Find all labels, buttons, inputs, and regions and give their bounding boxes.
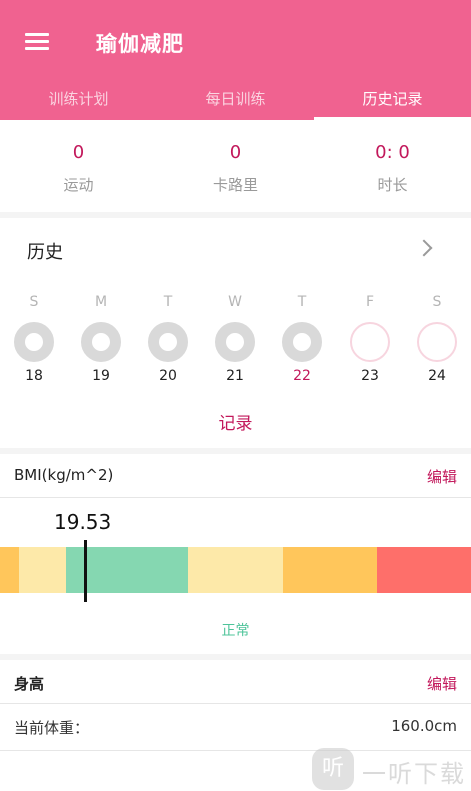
bmi-label: BMI(kg/m^2) (14, 466, 114, 484)
bmi-edit-link[interactable]: 编辑 (427, 466, 457, 487)
stat-value: 0 (72, 142, 85, 163)
weight-label: 当前体重： (14, 719, 90, 737)
stats-row: 0 运动 0 卡路里 0: 0 时长 (0, 120, 471, 212)
day-progress-ring[interactable] (417, 322, 457, 362)
bmi-segment-underweight (19, 547, 66, 593)
weekday-label: F (365, 294, 375, 310)
bmi-status: 正常 (221, 623, 250, 639)
weekday-label: M (94, 294, 108, 310)
height-edit-link[interactable]: 编辑 (427, 673, 457, 694)
menu-icon-line (25, 40, 49, 43)
day-number: 23 (361, 368, 379, 384)
watermark-logo-icon: 听 (312, 748, 354, 790)
bmi-scale-bar (0, 547, 471, 593)
menu-icon[interactable] (25, 33, 49, 51)
day-progress-ring[interactable] (350, 322, 390, 362)
day-number: 19 (92, 368, 110, 384)
day-number-today: 22 (293, 368, 311, 384)
tab-training-plan[interactable]: 训练计划 (0, 88, 157, 120)
bmi-segment-obese-severe (377, 547, 471, 593)
day-number: 18 (25, 368, 43, 384)
weekday-label: S (29, 294, 39, 310)
weekday-label: T (163, 294, 173, 310)
stat-label: 时长 (377, 176, 408, 194)
watermark-text: 一听下载 (362, 760, 466, 788)
menu-icon-line (25, 47, 49, 50)
section-divider (0, 448, 471, 454)
bmi-value: 19.53 (54, 510, 112, 534)
divider (0, 703, 471, 704)
day-progress-ring[interactable] (215, 322, 255, 362)
day-progress-ring[interactable] (148, 322, 188, 362)
bmi-segment-overweight (188, 547, 283, 593)
bmi-segment-obese (283, 547, 377, 593)
chevron-right-icon[interactable] (415, 239, 433, 257)
day-progress-ring[interactable] (81, 322, 121, 362)
section-divider (0, 212, 471, 218)
stat-value: 0 (229, 142, 242, 163)
bmi-marker (84, 540, 87, 602)
record-link[interactable]: 记录 (0, 409, 471, 434)
day-progress-ring[interactable] (282, 322, 322, 362)
height-label: 身高 (14, 675, 45, 693)
watermark: 听 一听下载 (312, 746, 471, 791)
tab-history-records[interactable]: 历史记录 (314, 88, 471, 120)
weekday-label: S (432, 294, 442, 310)
stat-calories: 0 卡路里 (157, 142, 314, 195)
stat-duration: 0: 0 时长 (314, 142, 471, 195)
history-title: 历史 (27, 242, 63, 263)
bmi-segment-underweight-severe (0, 547, 19, 593)
tab-daily-training[interactable]: 每日训练 (157, 88, 314, 120)
divider (0, 497, 471, 498)
weekday-label: T (297, 294, 307, 310)
day-number: 24 (428, 368, 446, 384)
stat-exercise: 0 运动 (0, 142, 157, 195)
stat-label: 卡路里 (212, 176, 258, 194)
day-number: 21 (226, 368, 244, 384)
day-progress-ring[interactable] (14, 322, 54, 362)
day-number: 20 (159, 368, 177, 384)
menu-icon-line (25, 33, 49, 36)
section-divider (0, 654, 471, 660)
stat-value: 0: 0 (375, 142, 410, 163)
app-bar: 瑜伽减肥 训练计划 每日训练 历史记录 (0, 0, 471, 120)
weekday-label: W (228, 294, 242, 310)
stat-label: 运动 (63, 176, 94, 194)
weight-value: 160.0cm (391, 717, 457, 735)
app-title: 瑜伽减肥 (96, 32, 184, 56)
